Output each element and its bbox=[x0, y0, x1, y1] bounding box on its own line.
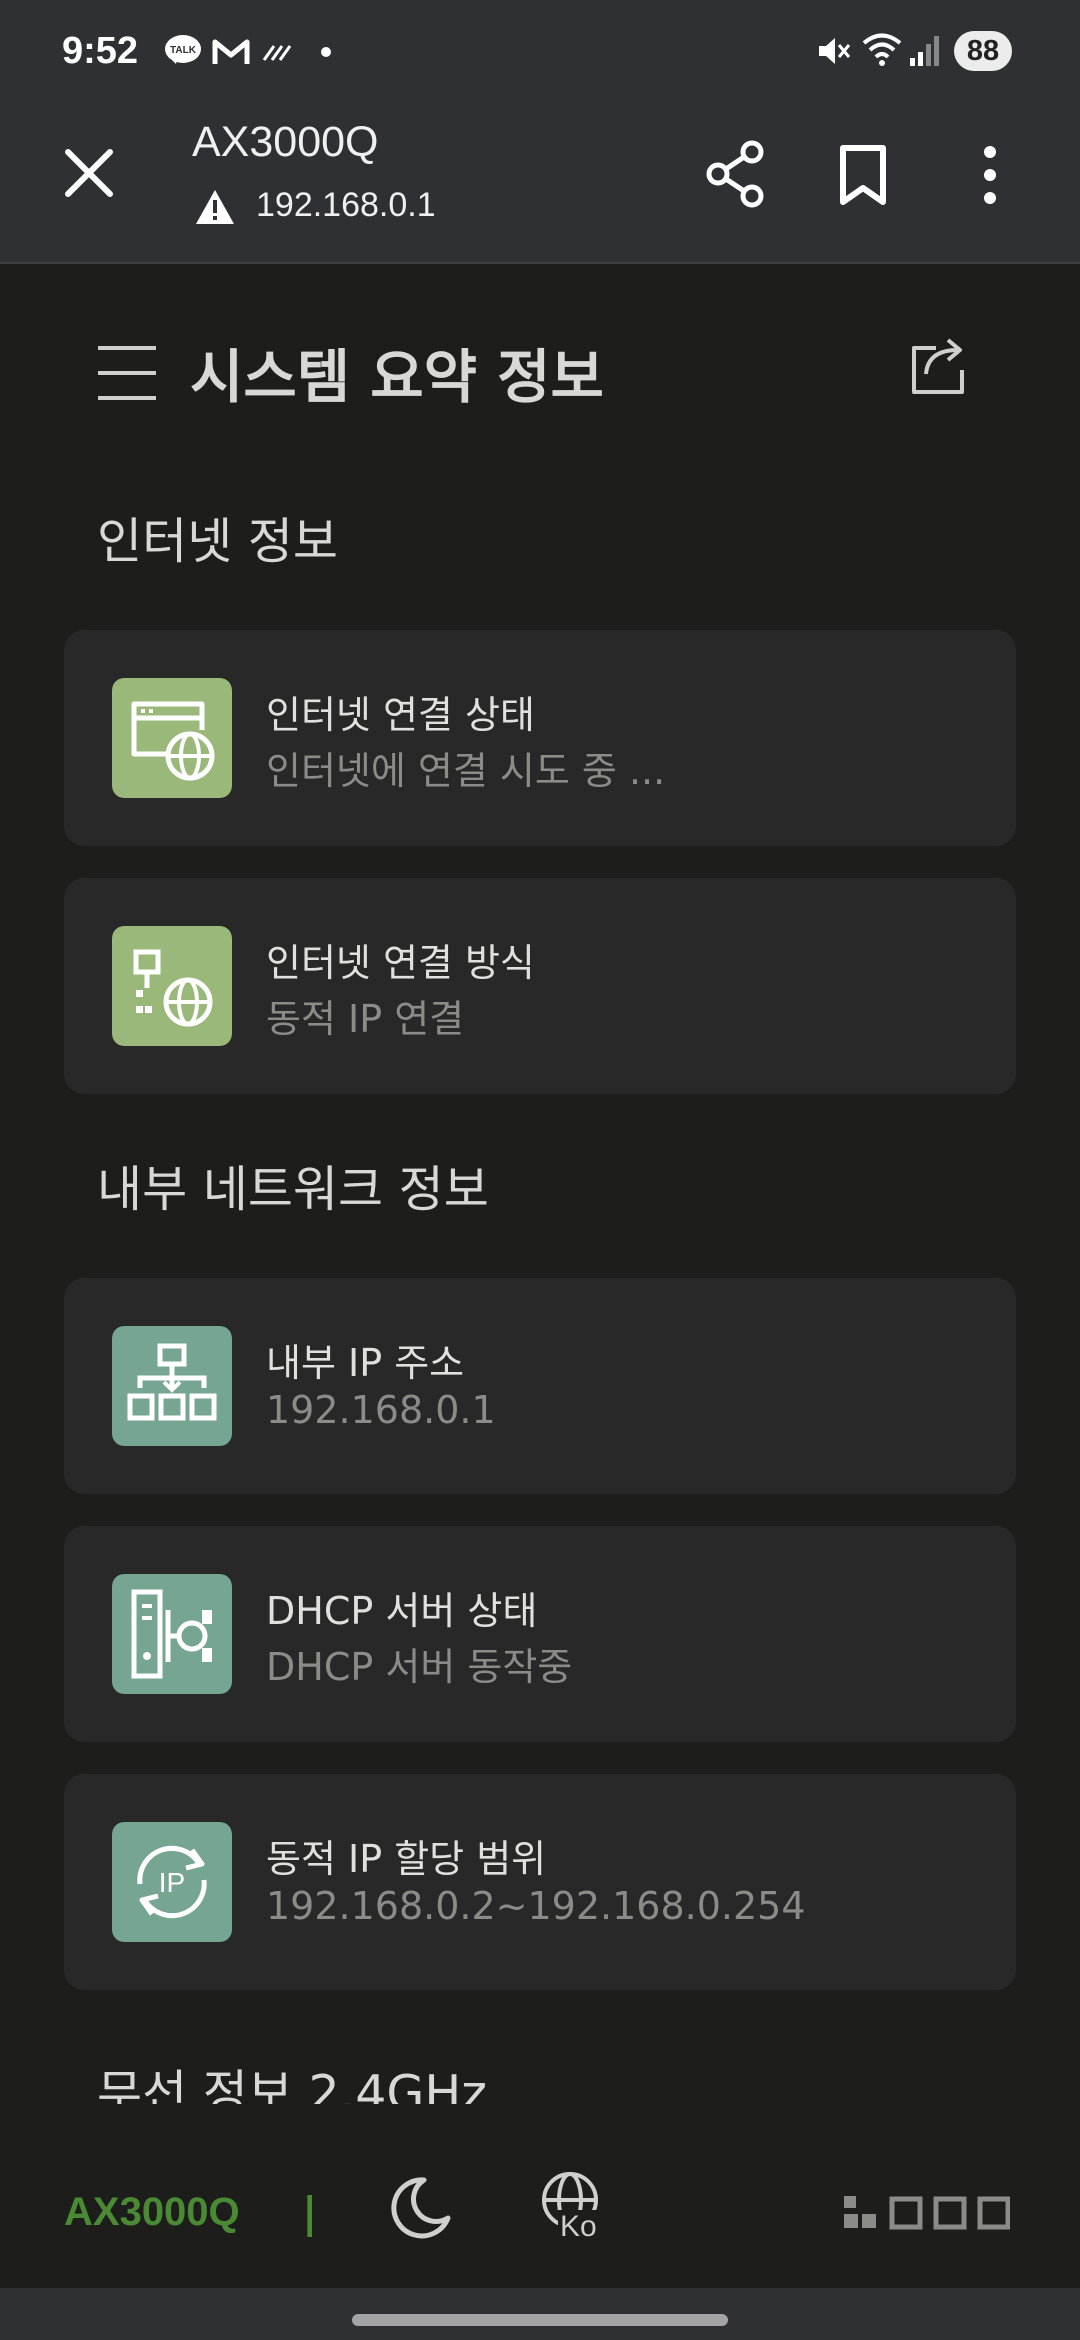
status-bar: 9:52 TALK 88 bbox=[0, 0, 1080, 104]
page-title: 시스템 요약 정보 bbox=[190, 343, 604, 411]
browser-toolbar: AX3000Q 192.168.0.1 bbox=[0, 104, 1080, 264]
card-value: 192.168.0.2~192.168.0.254 bbox=[266, 1884, 806, 1928]
status-time: 9:52 bbox=[62, 30, 139, 72]
site-title: AX3000Q bbox=[192, 118, 379, 166]
signal-icon bbox=[910, 36, 939, 66]
footer: AX3000Q | Ko bbox=[0, 2104, 1080, 2288]
card-label: 인터넷 연결 상태 bbox=[266, 693, 535, 737]
svg-text:IP: IP bbox=[159, 1867, 185, 1898]
card-internet-status[interactable]: 인터넷 연결 상태 인터넷에 연결 시도 중 ... bbox=[64, 630, 1016, 846]
battery-indicator: 88 bbox=[954, 31, 1012, 71]
close-icon[interactable] bbox=[62, 146, 116, 200]
card-internal-ip[interactable]: 내부 IP 주소 192.168.0.1 bbox=[64, 1278, 1016, 1494]
section-title-lan: 내부 네트워크 정보 bbox=[97, 1161, 489, 1218]
footer-separator: | bbox=[302, 2188, 318, 2237]
share-icon[interactable] bbox=[704, 140, 768, 208]
card-dhcp-status[interactable]: DHCP 서버 상태 DHCP 서버 동작중 bbox=[64, 1526, 1016, 1742]
dhcp-server-icon bbox=[112, 1574, 232, 1694]
card-value: 192.168.0.1 bbox=[266, 1388, 496, 1432]
card-label: 내부 IP 주소 bbox=[266, 1341, 465, 1385]
card-ip-range[interactable]: IP 동적 IP 할당 범위 192.168.0.2~192.168.0.254 bbox=[64, 1774, 1016, 1990]
menu-icon[interactable] bbox=[96, 344, 158, 402]
dark-mode-icon[interactable] bbox=[388, 2176, 452, 2240]
card-internet-method[interactable]: 인터넷 연결 방식 동적 IP 연결 bbox=[64, 878, 1016, 1094]
page-content[interactable]: 시스템 요약 정보 인터넷 정보 인터넷 연결 상태 인터넷에 연결 시도 중 … bbox=[0, 264, 1080, 2104]
network-tree-icon bbox=[112, 1326, 232, 1446]
section-title-internet: 인터넷 정보 bbox=[97, 513, 338, 570]
home-gesture-handle[interactable] bbox=[352, 2314, 728, 2326]
dot-icon bbox=[321, 47, 331, 57]
card-label: DHCP 서버 상태 bbox=[266, 1589, 538, 1633]
gmail-icon bbox=[212, 39, 250, 64]
mute-icon bbox=[819, 38, 851, 64]
card-value: 인터넷에 연결 시도 중 ... bbox=[266, 749, 666, 793]
bookmark-icon[interactable] bbox=[838, 144, 888, 206]
app-icon bbox=[262, 45, 292, 61]
card-label: 인터넷 연결 방식 bbox=[266, 941, 535, 985]
site-url[interactable]: 192.168.0.1 bbox=[256, 186, 436, 225]
network-globe-icon bbox=[112, 926, 232, 1046]
footer-brand: AX3000Q bbox=[64, 2190, 240, 2234]
export-icon[interactable] bbox=[906, 336, 968, 398]
card-value: DHCP 서버 동작중 bbox=[266, 1645, 573, 1689]
browser-globe-icon bbox=[112, 678, 232, 798]
kakaotalk-icon: TALK bbox=[165, 35, 201, 64]
section-title-wireless: 무선 정보 2.4GHz bbox=[97, 2065, 487, 2104]
wifi-icon bbox=[862, 33, 902, 66]
system-nav-bar bbox=[0, 2288, 1080, 2340]
card-label: 동적 IP 할당 범위 bbox=[266, 1837, 547, 1881]
ip-refresh-icon: IP bbox=[112, 1822, 232, 1942]
language-label: Ko bbox=[558, 2210, 599, 2244]
more-vert-icon[interactable] bbox=[980, 144, 1000, 206]
card-value: 동적 IP 연결 bbox=[266, 997, 465, 1041]
svg-text:TALK: TALK bbox=[170, 45, 197, 56]
layout-icon[interactable] bbox=[844, 2196, 1010, 2230]
language-ko-icon[interactable]: Ko bbox=[538, 2170, 618, 2254]
warning-icon[interactable] bbox=[194, 188, 236, 226]
